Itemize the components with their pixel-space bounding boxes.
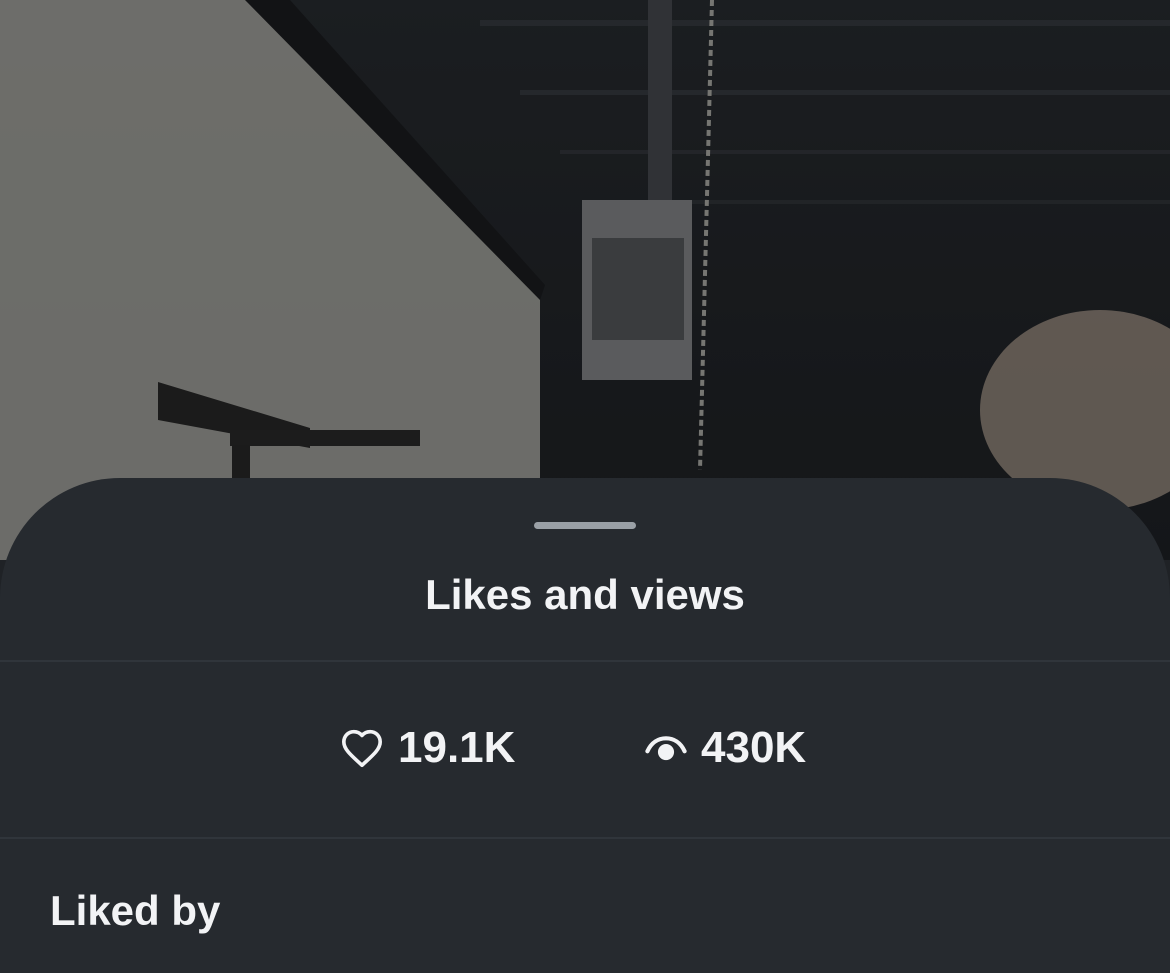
background-video-frame (0, 0, 1170, 560)
screen: Likes and views 19.1K 430K Liked by (0, 0, 1170, 973)
divider (0, 660, 1170, 662)
video-scene-illustration (0, 0, 1170, 560)
likes-count: 19.1K (398, 723, 516, 772)
views-stat[interactable]: 430K (645, 718, 806, 778)
views-count: 430K (701, 723, 807, 772)
likes-stat[interactable]: 19.1K (340, 718, 515, 778)
sheet-title: Likes and views (425, 571, 745, 618)
stats-row: 19.1K 430K (0, 718, 1170, 778)
liked-by-heading: Liked by (50, 887, 221, 934)
heart-outline-icon (340, 728, 384, 768)
likes-and-views-sheet: Likes and views 19.1K 430K Liked by (0, 478, 1170, 973)
eye-icon (645, 732, 687, 764)
divider (0, 837, 1170, 839)
sheet-grabber-handle[interactable] (534, 522, 636, 529)
